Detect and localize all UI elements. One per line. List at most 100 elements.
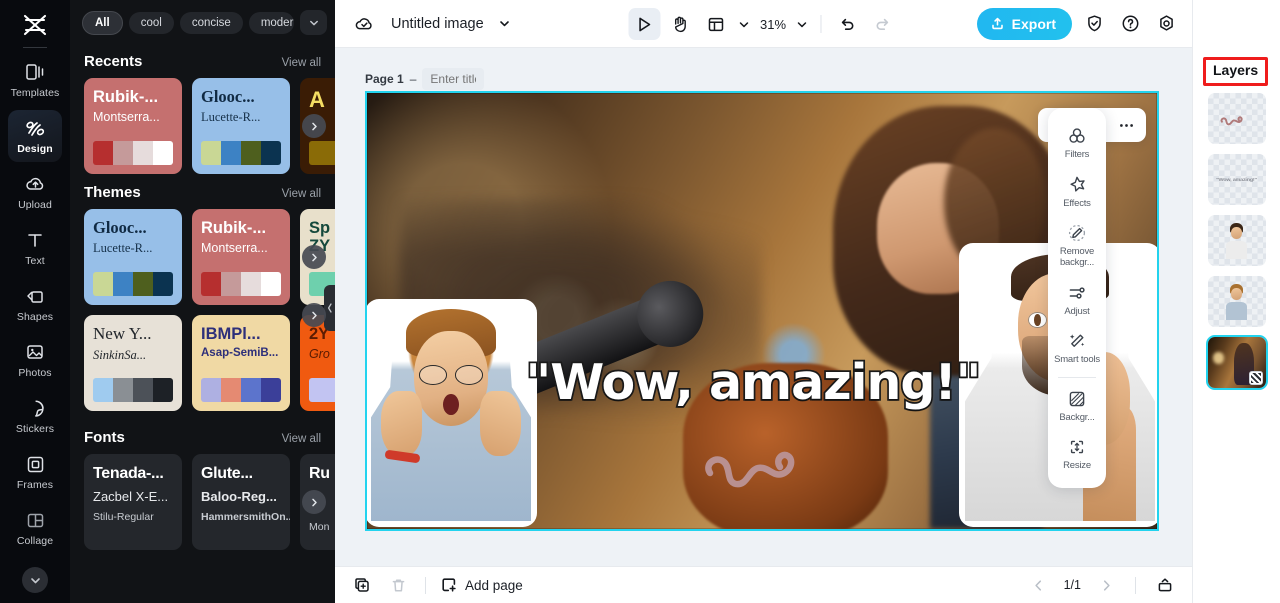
card-title: IBMPl... bbox=[201, 325, 261, 343]
theme-card[interactable]: IBMPl... Asap-SemiB... bbox=[192, 315, 290, 411]
themes-row-2: New Y... SinkinSa... IBMPl... Asap-SemiB… bbox=[70, 303, 335, 411]
sidebar-item-text[interactable]: Text bbox=[8, 222, 62, 274]
left-rail: Templates Design Upload Text Shapes Phot… bbox=[0, 0, 70, 603]
chevron-down-icon[interactable] bbox=[794, 16, 810, 32]
tool-effects[interactable]: Effects bbox=[1048, 167, 1106, 216]
tool-filters[interactable]: Filters bbox=[1048, 118, 1106, 167]
section-title: Fonts bbox=[84, 429, 125, 446]
font-card-line1: Tenada-... bbox=[93, 465, 164, 482]
chevron-right-icon[interactable] bbox=[302, 490, 326, 514]
design-panel: All cool concise modern Recents View all… bbox=[70, 0, 335, 603]
trash-icon[interactable] bbox=[385, 572, 411, 598]
add-page-icon bbox=[440, 576, 458, 594]
chevron-right-icon[interactable] bbox=[302, 245, 326, 269]
main-area: Untitled image 31% Export Page 1 – Enter… bbox=[335, 0, 1192, 603]
theme-card[interactable]: Glooc... Lucette-R... bbox=[192, 78, 290, 174]
more-dots-icon[interactable] bbox=[1114, 113, 1138, 137]
sidebar-item-photos[interactable]: Photos bbox=[8, 334, 62, 386]
chip-concise[interactable]: concise bbox=[179, 11, 243, 34]
layout-grid-icon[interactable] bbox=[700, 8, 732, 40]
page-dash: – bbox=[409, 72, 417, 86]
sidebar-item-templates[interactable]: Templates bbox=[8, 54, 62, 106]
tool-adjust[interactable]: Adjust bbox=[1048, 275, 1106, 324]
layer-item-background-photo[interactable] bbox=[1205, 335, 1268, 390]
document-title[interactable]: Untitled image bbox=[391, 16, 484, 32]
card-swatches bbox=[309, 141, 335, 165]
shield-check-icon[interactable] bbox=[1080, 10, 1108, 38]
chevron-down-icon[interactable] bbox=[22, 567, 48, 593]
artboard[interactable]: "Wow, amazing!" bbox=[365, 91, 1159, 531]
photos-icon bbox=[24, 341, 46, 363]
chevron-right-icon[interactable] bbox=[1093, 572, 1119, 598]
export-button[interactable]: Export bbox=[976, 7, 1072, 40]
card-subtitle: Montserra... bbox=[93, 110, 160, 125]
chevron-right-icon[interactable] bbox=[302, 114, 326, 138]
layer-item-man-right[interactable] bbox=[1207, 215, 1266, 266]
sidebar-item-upload[interactable]: Upload bbox=[8, 166, 62, 218]
tool-remove-background[interactable]: Remove backgr... bbox=[1048, 215, 1106, 274]
redo-icon[interactable] bbox=[867, 8, 899, 40]
headline-text[interactable]: "Wow, amazing!" bbox=[473, 356, 1033, 409]
sidebar-item-design[interactable]: Design bbox=[8, 110, 62, 162]
section-header-fonts: Fonts View all bbox=[70, 411, 335, 454]
sidebar-item-collage[interactable]: Collage bbox=[8, 502, 62, 554]
top-toolbar: Untitled image 31% Export bbox=[335, 0, 1192, 48]
tool-label: Resize bbox=[1063, 460, 1091, 472]
sidebar-item-label: Design bbox=[17, 143, 53, 155]
hand-pan-icon[interactable] bbox=[664, 8, 696, 40]
filters-circles-icon bbox=[1066, 125, 1088, 147]
sidebar-item-frames[interactable]: Frames bbox=[8, 446, 62, 498]
add-page-button[interactable]: Add page bbox=[440, 576, 523, 594]
view-all-fonts[interactable]: View all bbox=[282, 433, 321, 445]
help-circle-icon[interactable] bbox=[1116, 10, 1144, 38]
chevron-down-icon[interactable] bbox=[736, 16, 752, 32]
chevron-left-icon[interactable] bbox=[1026, 572, 1052, 598]
chip-modern[interactable]: modern bbox=[248, 11, 294, 34]
duplicate-icon[interactable] bbox=[349, 572, 375, 598]
chevron-down-icon[interactable] bbox=[497, 16, 513, 32]
cursor-select-icon[interactable] bbox=[627, 8, 660, 40]
chevron-down-icon[interactable] bbox=[300, 10, 327, 35]
man-left-cutout[interactable] bbox=[367, 299, 537, 527]
layer-item-squiggle[interactable] bbox=[1207, 93, 1266, 144]
capcut-logo-icon[interactable] bbox=[18, 12, 52, 38]
card-swatches bbox=[201, 378, 281, 402]
undo-icon[interactable] bbox=[831, 8, 863, 40]
layer-item-text[interactable]: "Wow, amazing!" bbox=[1207, 154, 1266, 205]
card-subtitle: Gro bbox=[309, 347, 330, 362]
card-swatches bbox=[201, 141, 281, 165]
sidebar-item-stickers[interactable]: Stickers bbox=[8, 390, 62, 442]
panel-collapse-handle[interactable] bbox=[324, 285, 335, 331]
theme-card[interactable]: Glooc... Lucette-R... bbox=[84, 209, 182, 305]
sidebar-item-shapes[interactable]: Shapes bbox=[8, 278, 62, 330]
chevron-right-icon[interactable] bbox=[302, 303, 326, 327]
theme-card[interactable]: Rubik-... Montserra... bbox=[192, 209, 290, 305]
view-all-recents[interactable]: View all bbox=[282, 57, 321, 69]
canvas-workspace[interactable]: Page 1 – Enter title "Wow, amazing!" Fil… bbox=[335, 48, 1192, 566]
font-card[interactable]: Glute... Baloo-Reg... HammersmithOn... bbox=[192, 454, 290, 550]
top-right-actions: Export bbox=[976, 7, 1180, 40]
theme-card[interactable]: Rubik-... Montserra... bbox=[84, 78, 182, 174]
chip-cool[interactable]: cool bbox=[128, 11, 174, 34]
card-subtitle: Asap-SemiB... bbox=[201, 347, 279, 360]
settings-gear-icon[interactable] bbox=[1152, 10, 1180, 38]
squiggle-shape[interactable] bbox=[702, 433, 842, 491]
view-all-themes[interactable]: View all bbox=[282, 188, 321, 200]
zoom-level[interactable]: 31% bbox=[756, 17, 790, 32]
tool-background[interactable]: Backgr... bbox=[1048, 381, 1106, 430]
filter-chip-row: All cool concise modern bbox=[70, 0, 335, 43]
card-swatches bbox=[93, 272, 173, 296]
page-title-input[interactable] bbox=[422, 68, 485, 90]
present-icon[interactable] bbox=[1152, 572, 1178, 598]
layers-panel-title: Layers bbox=[1213, 62, 1259, 78]
layer-item-man-left[interactable] bbox=[1207, 276, 1266, 327]
font-card[interactable]: Tenada-... Zacbel X-E... Stilu-Regular bbox=[84, 454, 182, 550]
tool-smart-tools[interactable]: Smart tools bbox=[1048, 323, 1106, 372]
background-swatch-icon bbox=[1066, 388, 1088, 410]
font-card-line1: Ru bbox=[309, 465, 330, 482]
tool-resize[interactable]: Resize bbox=[1048, 429, 1106, 478]
theme-card[interactable]: New Y... SinkinSa... bbox=[84, 315, 182, 411]
card-subtitle: SinkinSa... bbox=[93, 347, 147, 362]
page-title-row: Page 1 – bbox=[365, 68, 485, 90]
chip-all[interactable]: All bbox=[82, 10, 123, 35]
